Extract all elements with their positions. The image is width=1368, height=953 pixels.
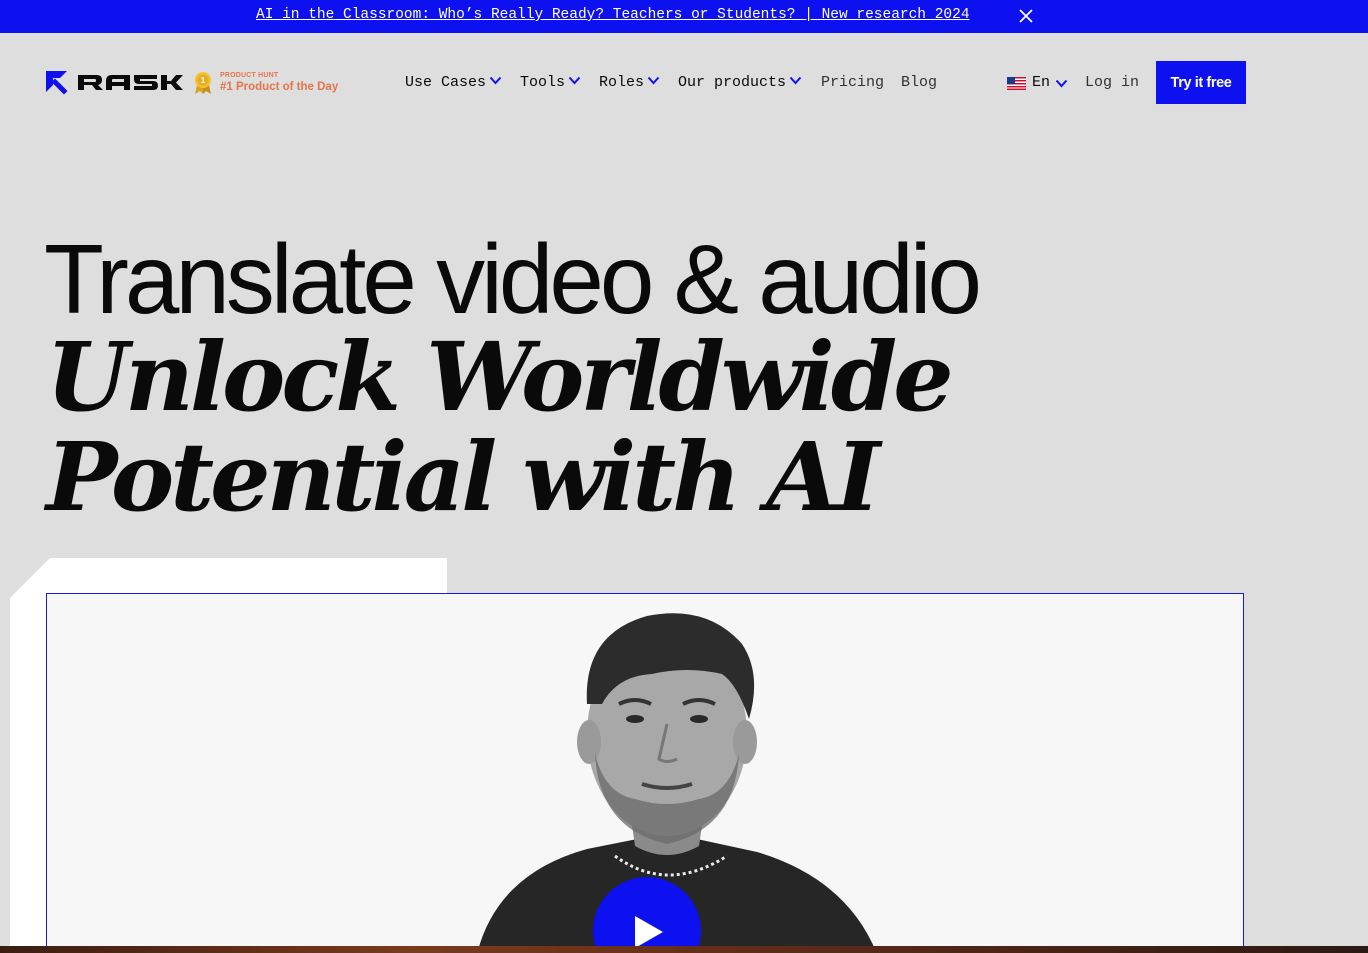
badge-title: #1 Product of the Day [220, 81, 339, 93]
announcement-link[interactable]: AI in the Classroom: Who’s Really Ready?… [256, 7, 970, 23]
rask-logo[interactable] [45, 70, 183, 96]
hero-subtitle-line2: Potential with AI [46, 422, 880, 533]
nav-blog[interactable]: Blog [901, 74, 937, 91]
play-icon [635, 916, 663, 948]
chevron-down-icon [789, 76, 802, 85]
nav-tools[interactable]: Tools [520, 74, 581, 91]
video-player[interactable] [46, 593, 1244, 953]
svg-text:1: 1 [201, 76, 206, 85]
nav-label: Use Cases [405, 74, 487, 91]
product-hunt-badge[interactable]: 1 PRODUCT HUNT #1 Product of the Day [192, 70, 342, 98]
nav-label: Pricing [821, 74, 885, 91]
nav-label: Blog [901, 74, 938, 91]
bottom-strip [0, 946, 1368, 953]
try-it-free-button[interactable]: Try it free [1156, 61, 1246, 104]
us-flag-icon [1007, 77, 1026, 90]
nav-label: Roles [599, 74, 645, 91]
announcement-bar: AI in the Classroom: Who’s Really Ready?… [0, 0, 1368, 33]
badge-caption: PRODUCT HUNT [220, 72, 279, 79]
nav-label: Tools [520, 74, 566, 91]
chevron-down-icon [647, 76, 660, 85]
chevron-down-icon [1055, 79, 1068, 88]
hero-title: Translate video & audio [44, 224, 982, 334]
nav-use-cases[interactable]: Use Cases [405, 74, 502, 91]
medal-icon: 1 [195, 72, 211, 94]
nav-our-products[interactable]: Our products [678, 74, 802, 91]
language-label: En [1032, 74, 1051, 91]
close-icon[interactable] [1018, 8, 1034, 24]
chevron-down-icon [568, 76, 581, 85]
hero-subtitle-line1: Unlock Worldwide [46, 322, 954, 433]
nav-roles[interactable]: Roles [599, 74, 660, 91]
chevron-down-icon [489, 76, 502, 85]
nav-pricing[interactable]: Pricing [821, 74, 884, 91]
login-link[interactable]: Log in [1085, 74, 1139, 91]
nav-label: Our products [678, 74, 787, 91]
